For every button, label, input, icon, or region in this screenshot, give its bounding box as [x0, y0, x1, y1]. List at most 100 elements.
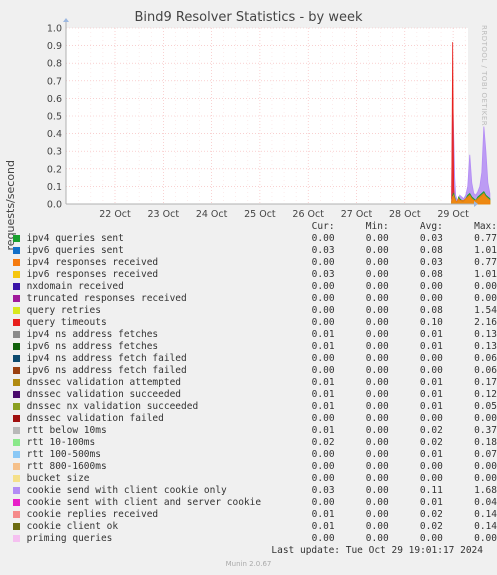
legend-row: cookie sent with client and server cooki… [10, 497, 497, 509]
legend-min-value: 0.00 [365, 353, 389, 364]
legend-max-value: 0.77 [474, 257, 497, 268]
legend-cur-value: 0.01 [311, 425, 335, 436]
legend-series-name: cookie client ok [26, 521, 119, 532]
legend-row: ipv6 ns address fetch failed 0.00 0.00 0.00… [10, 365, 497, 377]
legend-series-name: cookie send with client cookie only [26, 485, 227, 496]
legend-cur-value: 0.02 [311, 437, 335, 448]
legend-series-name: rtt 10-100ms [26, 437, 96, 448]
y-axis-arrow [63, 18, 69, 22]
legend-row: rtt 100-500ms 0.00 0.00 0.01 0.07 [10, 449, 497, 461]
legend-cur-value: 0.00 [311, 353, 335, 364]
legend-avg-value: 0.11 [419, 485, 443, 496]
legend-row: cookie client ok 0.01 0.00 0.02 0.14 [10, 521, 497, 533]
legend-cur-value: 0.01 [311, 329, 335, 340]
x-tick-label: 23 Oct [148, 209, 180, 220]
legend-cur-value: 0.00 [311, 257, 335, 268]
legend-row: ipv6 responses received 0.03 0.00 0.08 1.01 [10, 269, 497, 281]
legend-cur-value: 0.03 [311, 485, 335, 496]
legend-swatch [13, 319, 20, 326]
legend-avg-value: 0.08 [419, 245, 443, 256]
legend-avg-value: 0.01 [419, 341, 443, 352]
legend-series-name: query timeouts [26, 317, 107, 328]
legend-max-value: 0.00 [474, 413, 497, 424]
legend-cur-value: 0.00 [311, 305, 335, 316]
legend-cur-value: 0.03 [311, 245, 335, 256]
x-tick-label: 26 Oct [292, 209, 324, 220]
legend-swatch [13, 535, 20, 542]
legend-series-name: ipv6 queries sent [26, 245, 124, 256]
y-tick-label: 0.9 [47, 41, 62, 52]
legend-avg-value: 0.00 [419, 533, 443, 544]
legend-avg-value: 0.00 [419, 353, 443, 364]
legend-swatch [13, 235, 20, 242]
legend-max-value: 0.04 [474, 497, 497, 508]
legend-swatch [13, 391, 20, 398]
legend-header-avg: Avg: [419, 221, 443, 232]
legend-swatch [13, 307, 20, 314]
legend-avg-value: 0.02 [419, 425, 443, 436]
legend-header-cur: Cur: [311, 221, 335, 232]
legend-min-value: 0.00 [365, 425, 389, 436]
legend-series-name: ipv6 ns address fetch failed [26, 365, 187, 376]
legend-max-value: 0.37 [474, 425, 497, 436]
legend-row: rtt below 10ms 0.01 0.00 0.02 0.37 [10, 425, 497, 437]
legend-max-value: 1.01 [474, 245, 497, 256]
chart-plot: 0.0 0.1 0.2 0.3 0.4 0.5 0.6 0.7 0.8 0.9 1.0 22 Oct… [47, 18, 491, 220]
legend-avg-value: 0.03 [419, 233, 443, 244]
y-tick-labels: 0.0 0.1 0.2 0.3 0.4 0.5 0.6 0.7 0.8 0.9 1.0 [47, 24, 62, 211]
legend-avg-value: 0.02 [419, 509, 443, 520]
legend-max-value: 0.77 [474, 233, 497, 244]
legend-max-value: 0.14 [474, 509, 497, 520]
legend-swatch [13, 271, 20, 278]
legend-max-value: 2.16 [474, 317, 497, 328]
legend-cur-value: 0.00 [311, 365, 335, 376]
legend-row: dnssec validation succeeded 0.01 0.00 0.01 0… [10, 389, 497, 401]
legend-min-value: 0.00 [365, 401, 389, 412]
legend-cur-value: 0.00 [311, 233, 335, 244]
legend-series-name: ipv6 responses received [26, 269, 159, 280]
legend-series-name: dnssec validation attempted [26, 377, 182, 388]
legend-min-value: 0.00 [365, 365, 389, 376]
last-update-text: Last update: Tue Oct 29 19:01:17 2024 [271, 545, 483, 556]
legend-row: ipv4 queries sent 0.00 0.00 0.03 0.77 [10, 233, 497, 245]
legend-cur-value: 0.00 [311, 413, 335, 424]
x-tick-label: 27 Oct [341, 209, 373, 220]
legend-max-value: 0.00 [474, 293, 497, 304]
legend-series-name: nxdomain received [26, 281, 124, 292]
legend-swatch [13, 415, 20, 422]
legend-cur-value: 0.01 [311, 389, 335, 400]
legend-min-value: 0.00 [365, 233, 389, 244]
legend-series-name: ipv6 ns address fetches [26, 341, 159, 352]
legend-max-value: 1.01 [474, 269, 497, 280]
legend-avg-value: 0.00 [419, 281, 443, 292]
legend-avg-value: 0.01 [419, 401, 443, 412]
legend-max-value: 0.00 [474, 461, 497, 472]
legend-min-value: 0.00 [365, 317, 389, 328]
legend-row: cookie replies received 0.01 0.00 0.02 0.14 [10, 509, 497, 521]
legend-swatch [13, 343, 20, 350]
y-tick-label: 0.6 [47, 94, 62, 105]
legend-swatch [13, 403, 20, 410]
legend-min-value: 0.00 [365, 245, 389, 256]
legend-header-max: Max: [474, 221, 497, 232]
legend-series-name: ipv4 ns address fetch failed [26, 353, 187, 364]
x-tick-label: 24 Oct [196, 209, 228, 220]
legend-swatch [13, 331, 20, 338]
legend-max-value: 0.00 [474, 281, 497, 292]
y-tick-label: 0.1 [47, 182, 62, 193]
legend-avg-value: 0.00 [419, 413, 443, 424]
legend-swatch [13, 439, 20, 446]
legend-max-value: 0.06 [474, 353, 497, 364]
legend-row: ipv4 responses received 0.00 0.00 0.03 0.77 [10, 257, 497, 269]
legend-min-value: 0.00 [365, 449, 389, 460]
legend-cur-value: 0.01 [311, 509, 335, 520]
legend-avg-value: 0.00 [419, 473, 443, 484]
legend-swatch [13, 511, 20, 518]
legend-avg-value: 0.01 [419, 389, 443, 400]
legend-row: priming queries 0.00 0.00 0.00 0.00 [10, 533, 497, 545]
legend-min-value: 0.00 [365, 413, 389, 424]
legend-avg-value: 0.02 [419, 521, 443, 532]
legend-min-value: 0.00 [365, 377, 389, 388]
legend-series-name: ipv4 queries sent [26, 233, 124, 244]
legend-avg-value: 0.00 [419, 365, 443, 376]
